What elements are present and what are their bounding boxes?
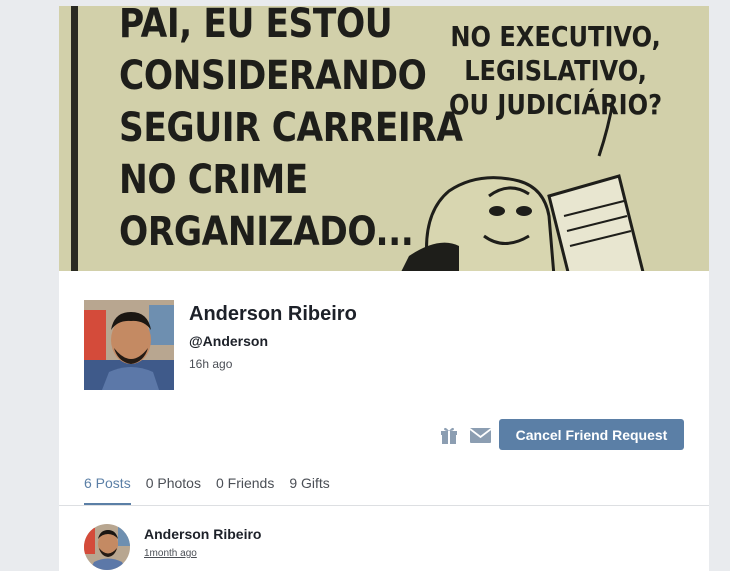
post-timestamp[interactable]: 1month ago — [144, 548, 197, 559]
tab-photos[interactable]: 0 Photos — [146, 475, 201, 506]
tab-posts[interactable]: 6 Posts — [84, 475, 131, 506]
post-author-avatar[interactable] — [84, 524, 130, 570]
tab-gifts[interactable]: 9 Gifts — [289, 475, 329, 506]
mail-icon[interactable] — [469, 428, 492, 443]
tabs-divider — [59, 505, 709, 506]
profile-avatar[interactable] — [84, 300, 174, 390]
profile-tabs: 6 Posts 0 Photos 0 Friends 9 Gifts — [84, 475, 345, 506]
profile-handle: @Anderson — [189, 333, 268, 349]
profile-time-ago: 16h ago — [189, 357, 233, 371]
tab-friends[interactable]: 0 Friends — [216, 475, 274, 506]
cancel-friend-request-button[interactable]: Cancel Friend Request — [499, 419, 684, 450]
gift-icon[interactable] — [440, 426, 458, 444]
profile-name: Anderson Ribeiro — [189, 303, 357, 325]
post-author-name[interactable]: Anderson Ribeiro — [144, 526, 261, 542]
cover-cartoon — [401, 96, 645, 271]
profile-card: PAI, EU ESTOU CONSIDERANDO SEGUIR CARREI… — [59, 6, 709, 571]
cover-image: PAI, EU ESTOU CONSIDERANDO SEGUIR CARREI… — [59, 6, 709, 271]
